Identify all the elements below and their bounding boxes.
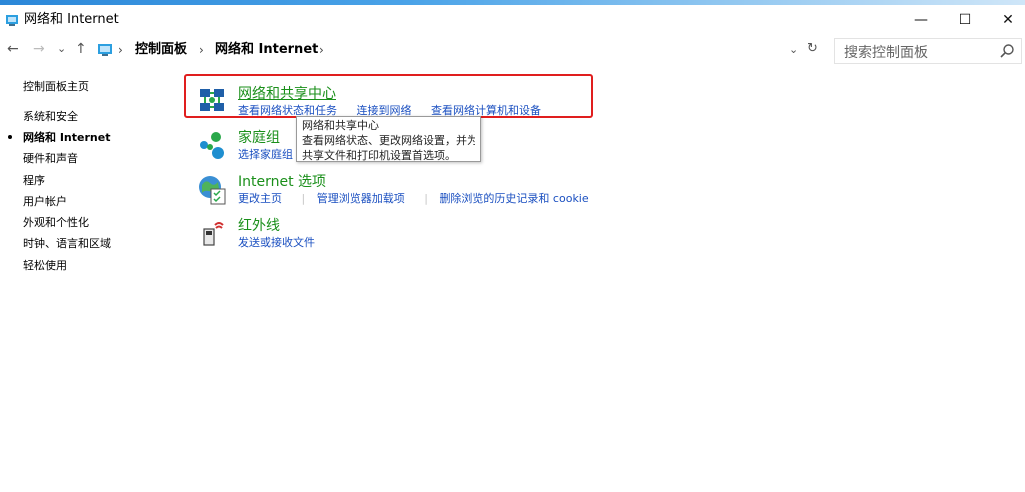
tooltip: 网络和共享中心 查看网络状态、更改网络设置，并为 共享文件和打印机设置首选项。	[296, 116, 481, 162]
infrared-icon	[203, 222, 224, 246]
category-links: 更改主页 | 管理浏览器加载项 | 删除浏览的历史记录和 cookie	[238, 192, 605, 206]
breadcrumb-separator[interactable]: ›	[319, 41, 324, 59]
sidebar-item-control-panel-home[interactable]: 控制面板主页	[23, 80, 89, 94]
tooltip-line: 共享文件和打印机设置首选项。	[302, 149, 456, 162]
link-delete-history[interactable]: 删除浏览的历史记录和 cookie	[439, 192, 588, 205]
sidebar-item-hardware-sound[interactable]: 硬件和声音	[23, 152, 78, 166]
close-button[interactable]: ✕	[986, 5, 1025, 35]
link-separator: |	[424, 192, 428, 205]
homegroup-icon	[200, 132, 224, 159]
refresh-icon[interactable]: ↻	[807, 40, 818, 58]
maximize-button[interactable]: ☐	[943, 5, 987, 35]
search-icon[interactable]	[999, 43, 1015, 59]
window-title: 网络和 Internet	[24, 12, 119, 27]
category-title-infrared[interactable]: 红外线	[238, 217, 280, 235]
control-panel-crumb-icon	[98, 44, 112, 56]
breadcrumb-separator[interactable]: ›	[199, 41, 204, 59]
title-bar: 网络和 Internet — ☐ ✕	[0, 5, 1025, 35]
address-bar[interactable]: › 控制面板 › 网络和 Internet › ⌄ ↻	[97, 38, 825, 62]
back-arrow-icon[interactable]: ←	[7, 40, 19, 58]
link-change-homepage[interactable]: 更改主页	[238, 192, 282, 205]
sidebar-item-appearance[interactable]: 外观和个性化	[23, 216, 89, 230]
forward-arrow-icon[interactable]: →	[33, 40, 45, 58]
breadcrumb-network-internet[interactable]: 网络和 Internet	[215, 41, 318, 59]
tooltip-title: 网络和共享中心	[302, 119, 379, 132]
up-arrow-icon[interactable]: ↑	[75, 40, 87, 58]
sidebar-item-ease-of-access[interactable]: 轻松使用	[23, 259, 67, 273]
sidebar-item-programs[interactable]: 程序	[23, 174, 45, 188]
breadcrumb-control-panel[interactable]: 控制面板	[135, 41, 187, 59]
category-title-homegroup[interactable]: 家庭组	[238, 129, 280, 147]
breadcrumb-separator: ›	[118, 43, 123, 57]
category-title-internet-options[interactable]: Internet 选项	[238, 173, 326, 191]
sidebar-item-clock-region[interactable]: 时钟、语言和区域	[23, 237, 111, 251]
sidebar-item-system-security[interactable]: 系统和安全	[23, 110, 78, 124]
link-choose-homegroup[interactable]: 选择家庭组	[238, 148, 293, 161]
search-input[interactable]: 搜索控制面板	[844, 42, 928, 62]
sidebar-item-label: 网络和 Internet	[23, 131, 111, 144]
sidebar-item-network-internet[interactable]: 网络和 Internet	[8, 131, 111, 145]
sidebar-item-user-accounts[interactable]: 用户帐户	[23, 195, 67, 209]
highlight-box	[184, 74, 593, 118]
internet-options-icon	[199, 176, 226, 205]
address-row: ← → ⌄ ↑ › 控制面板 › 网络和 Internet › ⌄ ↻ 搜索控制…	[0, 36, 1025, 64]
link-separator: |	[301, 192, 306, 205]
search-box[interactable]: 搜索控制面板	[834, 38, 1022, 64]
address-dropdown-icon[interactable]: ⌄	[789, 41, 798, 59]
link-send-receive-files[interactable]: 发送或接收文件	[238, 236, 315, 249]
category-links: 发送或接收文件	[238, 236, 331, 250]
link-manage-addons[interactable]: 管理浏览器加载项	[317, 192, 405, 205]
tooltip-line: 查看网络状态、更改网络设置，并为	[302, 134, 475, 147]
control-panel-icon	[6, 15, 18, 26]
recent-locations-icon[interactable]: ⌄	[57, 40, 66, 58]
minimize-button[interactable]: —	[899, 5, 943, 35]
current-item-bullet	[8, 135, 12, 139]
